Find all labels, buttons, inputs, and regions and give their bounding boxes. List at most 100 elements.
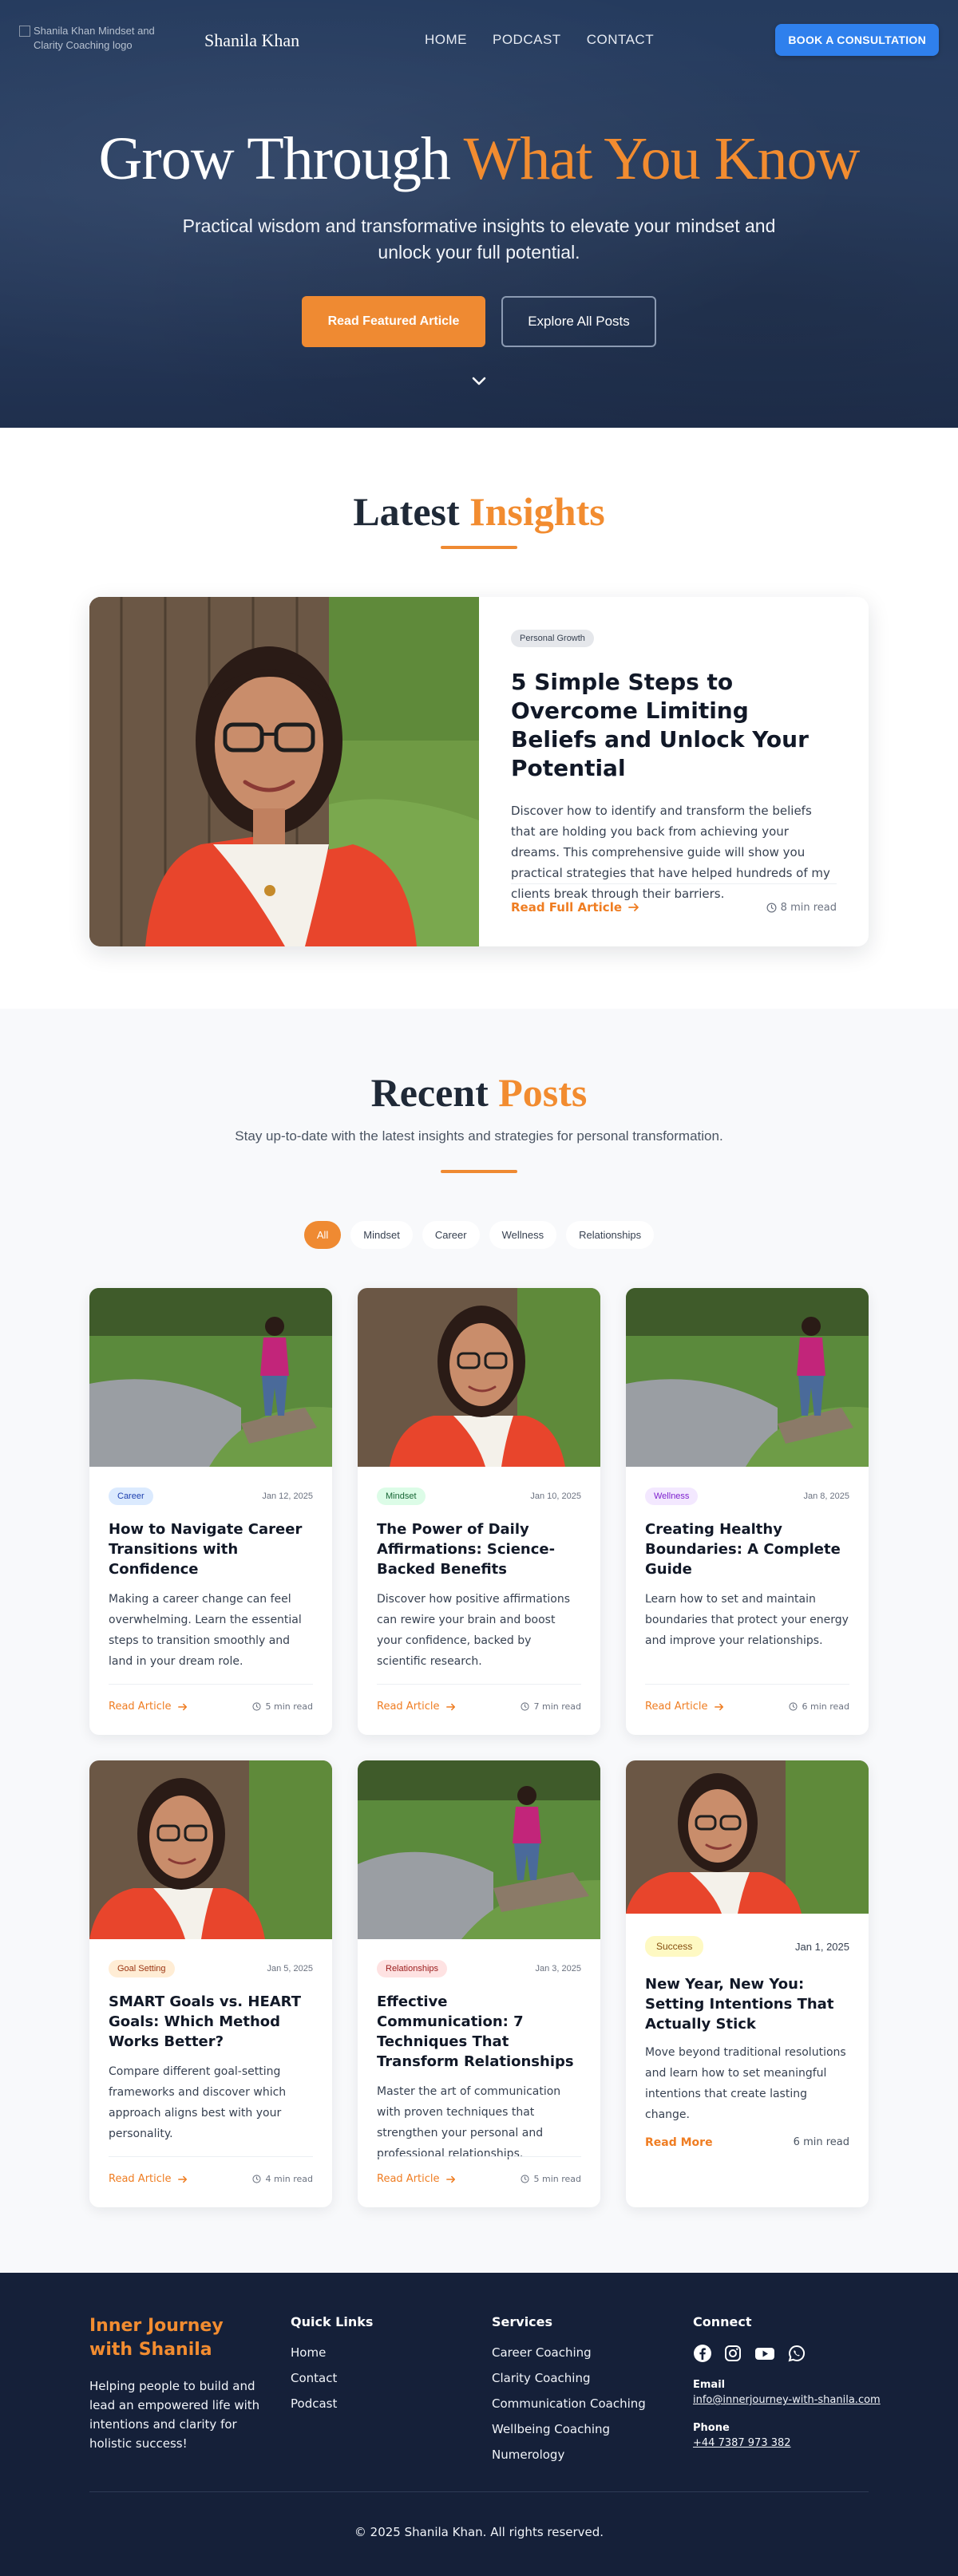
read-article-link[interactable]: Read Article	[377, 2173, 456, 2185]
footer-brand: Inner Journey with Shanila	[89, 2316, 224, 2360]
posts-grid: Career Jan 12, 2025 How to Navigate Care…	[89, 1288, 869, 2207]
post-card[interactable]: Relationships Jan 3, 2025 Effective Comm…	[358, 1760, 600, 2207]
post-date: Jan 1, 2025	[795, 1940, 849, 1953]
read-full-article-link[interactable]: Read Full Article	[511, 900, 639, 915]
filter-mindset[interactable]: Mindset	[350, 1221, 413, 1249]
category-tag[interactable]: Wellness	[645, 1488, 699, 1505]
youtube-icon[interactable]	[754, 2344, 776, 2363]
facebook-icon[interactable]	[693, 2344, 712, 2363]
footer-link-home[interactable]: Home	[291, 2345, 492, 2360]
portrait-illustration	[89, 1760, 332, 1939]
brand-name[interactable]: Shanila Khan	[204, 30, 299, 51]
chevron-down-icon	[472, 377, 486, 385]
hero-title: Grow Through What You Know	[0, 124, 958, 194]
phone-link[interactable]: +44 7387 973 382	[693, 2437, 894, 2449]
footer-about: Inner Journey with Shanila Helping peopl…	[89, 2314, 291, 2473]
scroll-down-button[interactable]	[0, 371, 958, 390]
post-title[interactable]: Effective Communication: 7 Techniques Th…	[377, 1992, 581, 2072]
read-article-label: Read Article	[109, 2173, 172, 2185]
logo-image[interactable]: Shanila Khan Mindset and Clarity Coachin…	[19, 24, 187, 59]
post-date: Jan 3, 2025	[535, 1964, 582, 1973]
post-title[interactable]: The Power of Daily Affirmations: Science…	[377, 1519, 581, 1579]
recent-title-part1: Recent	[370, 1070, 489, 1115]
park-photo-illustration	[89, 1288, 332, 1467]
footer-service-link[interactable]: Wellbeing Coaching	[492, 2422, 693, 2436]
post-image	[358, 1760, 600, 1939]
post-body: Goal Setting Jan 5, 2025 SMART Goals vs.…	[89, 1939, 332, 2144]
post-image	[89, 1760, 332, 1939]
navbar: Shanila Khan Mindset and Clarity Coachin…	[0, 0, 958, 83]
portrait-illustration	[89, 597, 479, 946]
footer-services: Services Career Coaching Clarity Coachin…	[492, 2314, 693, 2473]
arrow-right-icon	[445, 2175, 455, 2183]
post-card[interactable]: Success Jan 1, 2025 New Year, New You: S…	[626, 1760, 869, 2207]
arrow-right-icon	[445, 1703, 455, 1710]
post-title[interactable]: New Year, New You: Setting Intentions Th…	[645, 1974, 849, 2034]
filter-relationships[interactable]: Relationships	[566, 1221, 655, 1249]
post-card[interactable]: Career Jan 12, 2025 How to Navigate Care…	[89, 1288, 332, 1735]
post-card[interactable]: Wellness Jan 8, 2025 Creating Healthy Bo…	[626, 1288, 869, 1735]
post-title[interactable]: Creating Healthy Boundaries: A Complete …	[645, 1519, 849, 1579]
recent-posts-title: Recent Posts	[0, 1069, 958, 1116]
post-description: Compare different goal-setting framework…	[109, 2065, 287, 2140]
category-tag[interactable]: Goal Setting	[109, 1960, 175, 1977]
nav-link-home[interactable]: HOME	[425, 32, 467, 48]
read-time-label: 5 min read	[265, 1701, 313, 1712]
read-article-link[interactable]: Read Article	[377, 1701, 456, 1713]
post-meta: Career Jan 12, 2025	[109, 1488, 313, 1505]
instagram-icon[interactable]	[723, 2344, 742, 2363]
category-tag[interactable]: Personal Growth	[511, 630, 594, 647]
post-body: Wellness Jan 8, 2025 Creating Healthy Bo…	[626, 1467, 869, 1651]
logo-alt-text: Shanila Khan Mindset and Clarity Coachin…	[34, 25, 155, 51]
post-title[interactable]: How to Navigate Career Transitions with …	[109, 1519, 313, 1579]
hero-section: Shanila Khan Mindset and Clarity Coachin…	[0, 0, 958, 428]
portrait-illustration	[626, 1760, 869, 1914]
read-article-link[interactable]: Read Article	[645, 1701, 724, 1713]
read-time-label: 7 min read	[533, 1701, 581, 1712]
quick-links-heading: Quick Links	[291, 2314, 374, 2329]
clock-icon	[252, 1702, 262, 1711]
post-card[interactable]: Goal Setting Jan 5, 2025 SMART Goals vs.…	[89, 1760, 332, 2207]
footer-service-link[interactable]: Numerology	[492, 2448, 693, 2462]
post-card[interactable]: Mindset Jan 10, 2025 The Power of Daily …	[358, 1288, 600, 1735]
broken-image-icon	[19, 26, 30, 37]
category-tag[interactable]: Career	[109, 1488, 153, 1505]
read-more-link[interactable]: Read More	[645, 2136, 713, 2149]
arrow-right-icon	[628, 903, 639, 911]
read-article-link[interactable]: Read Article	[109, 2173, 188, 2185]
read-time: 8 min read	[766, 902, 837, 914]
nav-link-podcast[interactable]: PODCAST	[493, 32, 561, 48]
social-icons	[693, 2344, 894, 2363]
explore-all-posts-button[interactable]: Explore All Posts	[501, 296, 656, 347]
post-meta: Relationships Jan 3, 2025	[377, 1960, 581, 1977]
footer-columns: Inner Journey with Shanila Helping peopl…	[89, 2314, 894, 2473]
post-title[interactable]: SMART Goals vs. HEART Goals: Which Metho…	[109, 1992, 313, 2052]
featured-article-card[interactable]: Personal Growth 5 Simple Steps to Overco…	[89, 597, 869, 946]
filter-wellness[interactable]: Wellness	[489, 1221, 557, 1249]
footer-link-podcast[interactable]: Podcast	[291, 2396, 492, 2411]
read-featured-article-button[interactable]: Read Featured Article	[302, 296, 485, 347]
filter-career[interactable]: Career	[422, 1221, 480, 1249]
arrow-right-icon	[177, 1703, 187, 1710]
footer-service-link[interactable]: Clarity Coaching	[492, 2371, 693, 2385]
featured-article-footer: Read Full Article 8 min read	[511, 883, 837, 915]
whatsapp-icon[interactable]	[787, 2344, 806, 2363]
post-body: Success Jan 1, 2025 New Year, New You: S…	[626, 1914, 869, 2149]
hero-buttons: Read Featured Article Explore All Posts	[0, 296, 958, 347]
footer-service-link[interactable]: Career Coaching	[492, 2345, 693, 2360]
nav-link-contact[interactable]: CONTACT	[587, 32, 654, 48]
category-tag[interactable]: Mindset	[377, 1488, 426, 1505]
post-body: Mindset Jan 10, 2025 The Power of Daily …	[358, 1467, 600, 1672]
filter-all[interactable]: All	[303, 1221, 342, 1249]
featured-article-title[interactable]: 5 Simple Steps to Overcome Limiting Beli…	[511, 668, 837, 783]
read-article-link[interactable]: Read Article	[109, 1701, 188, 1713]
footer-service-link[interactable]: Communication Coaching	[492, 2396, 693, 2411]
book-consultation-button[interactable]: BOOK A CONSULTATION	[775, 24, 939, 56]
category-tag[interactable]: Relationships	[377, 1960, 448, 1977]
footer-link-contact[interactable]: Contact	[291, 2371, 492, 2385]
email-link[interactable]: info@innerjourney-with-shanila.com	[693, 2394, 894, 2406]
latest-title-part1: Latest	[353, 489, 460, 534]
featured-article-body: Personal Growth 5 Simple Steps to Overco…	[479, 597, 869, 946]
featured-article-image	[89, 597, 479, 946]
category-tag[interactable]: Success	[645, 1936, 704, 1957]
